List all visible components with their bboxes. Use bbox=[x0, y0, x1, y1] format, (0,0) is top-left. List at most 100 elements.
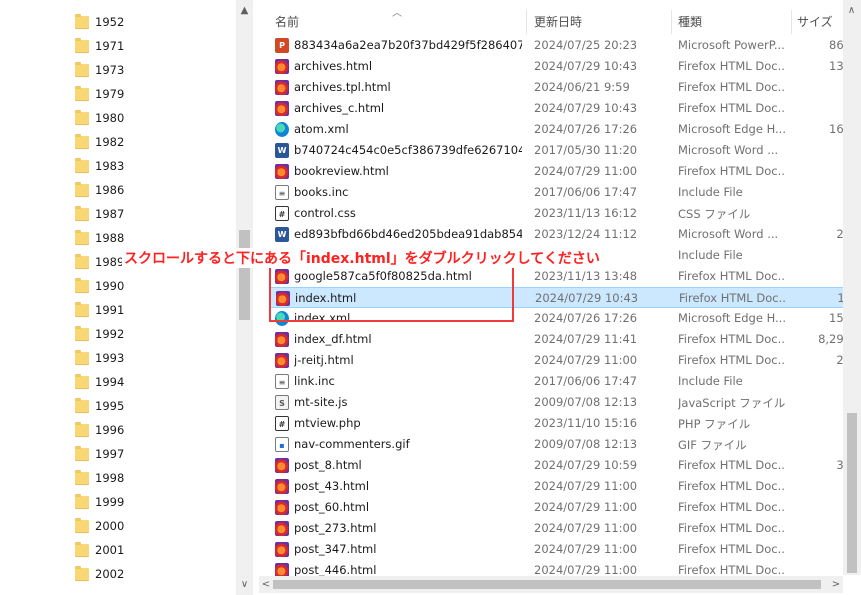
folder-icon bbox=[75, 13, 89, 29]
file-row[interactable]: P 883434a6a2ea7b20f37bd429f5f2864070e9...… bbox=[269, 35, 861, 56]
file-row[interactable]: post_60.html 2024/07/29 11:00 Firefox HTML… bbox=[269, 497, 861, 518]
tree-folder-item[interactable]: 1997 bbox=[0, 442, 236, 466]
file-row[interactable]: post_347.html 2024/07/29 11:00 Firefox HTM… bbox=[269, 539, 861, 560]
file-row[interactable]: archives_c.html 2024/07/29 10:43 Firefox H… bbox=[269, 98, 861, 119]
scroll-left-arrow-icon[interactable]: < bbox=[259, 576, 273, 593]
tree-folder-item[interactable]: 1990 bbox=[0, 274, 236, 298]
firefox-html-icon bbox=[275, 80, 289, 95]
column-header-date[interactable]: 更新日時 bbox=[534, 13, 582, 30]
scrollbar-thumb[interactable] bbox=[273, 580, 821, 589]
file-type: Microsoft Word ... bbox=[678, 227, 779, 241]
folder-label: 1994 bbox=[95, 375, 125, 389]
file-row[interactable]: post_273.html 2024/07/29 11:00 Firefox HTM… bbox=[269, 518, 861, 539]
file-type: Firefox HTML Doc... bbox=[678, 332, 786, 346]
file-row[interactable]: Smt-site.js 2009/07/08 12:13 JavaScript ファ… bbox=[269, 392, 861, 413]
folder-icon bbox=[75, 85, 89, 101]
folder-label: 2002 bbox=[95, 567, 125, 581]
file-list-vertical-scrollbar[interactable]: ∧ bbox=[843, 0, 861, 575]
file-row[interactable]: # mtview.php 2023/11/10 15:16 PHP ファイル bbox=[269, 413, 861, 434]
file-date: 2024/07/29 11:41 bbox=[534, 332, 638, 346]
tree-folder-item[interactable]: 1987 bbox=[0, 202, 236, 226]
file-type: Firefox HTML Doc... bbox=[678, 458, 786, 472]
tree-folder-item[interactable]: 1971 bbox=[0, 34, 236, 58]
tree-folder-item[interactable]: 1994 bbox=[0, 370, 236, 394]
folder-icon bbox=[75, 397, 89, 413]
file-date: 2024/07/29 11:00 bbox=[534, 500, 638, 514]
column-header-type[interactable]: 種類 bbox=[678, 13, 702, 30]
file-row[interactable]: bookreview.html 2024/07/29 11:00 Firefox H… bbox=[269, 161, 861, 182]
file-date: 2024/07/26 17:26 bbox=[534, 122, 638, 136]
folder-label: 1971 bbox=[95, 39, 125, 53]
file-type: Microsoft Word ... bbox=[678, 143, 779, 157]
tree-folder-item[interactable]: 1999 bbox=[0, 490, 236, 514]
scroll-right-arrow-icon[interactable]: > bbox=[829, 576, 843, 593]
tree-folder-item[interactable]: 1991 bbox=[0, 298, 236, 322]
column-header-size[interactable]: サイズ bbox=[797, 13, 833, 30]
folder-label: 2001 bbox=[95, 543, 125, 557]
file-row[interactable]: Wb740724c454c0e5cf386739dfe6267104bff3..… bbox=[269, 140, 861, 161]
file-row[interactable]: archives.html 2024/07/29 10:43 Firefox HTM… bbox=[269, 56, 861, 77]
file-row[interactable]: # control.css 2023/11/13 16:12 CSS ファイル bbox=[269, 203, 861, 224]
file-row[interactable]: archives.tpl.html 2024/06/21 9:59 Firefox … bbox=[269, 77, 861, 98]
folder-icon bbox=[75, 421, 89, 437]
file-row[interactable]: index_df.html 2024/07/29 11:41 Firefox HTM… bbox=[269, 329, 861, 350]
tree-folder-item[interactable]: 1973 bbox=[0, 58, 236, 82]
file-date: 2017/06/06 17:47 bbox=[534, 185, 638, 199]
tree-folder-item[interactable]: 1995 bbox=[0, 394, 236, 418]
column-divider[interactable] bbox=[526, 10, 527, 34]
firefox-html-icon bbox=[275, 353, 289, 368]
file-row[interactable]: ≡ books.inc 2017/06/06 17:47 Include File bbox=[269, 182, 861, 203]
file-row[interactable]: atom.xml 2024/07/26 17:26 Microsoft Edge H… bbox=[269, 119, 861, 140]
folder-icon bbox=[75, 541, 89, 557]
tree-folder-item[interactable]: 1983 bbox=[0, 154, 236, 178]
tree-folder-item[interactable]: 1986 bbox=[0, 178, 236, 202]
tree-folder-item[interactable]: 2000 bbox=[0, 514, 236, 538]
file-type: Firefox HTML Doc... bbox=[679, 291, 787, 305]
file-date: 2024/07/29 11:00 bbox=[534, 563, 638, 577]
file-type: Include File bbox=[678, 374, 743, 388]
scrollbar-thumb[interactable] bbox=[239, 230, 250, 320]
column-divider[interactable] bbox=[791, 10, 792, 34]
tree-folder-item[interactable]: 2002 bbox=[0, 562, 236, 586]
tree-folder-item[interactable]: 1952 bbox=[0, 10, 236, 34]
file-name: ed893bfbd66bd46ed205bdea91dab85402... bbox=[294, 227, 522, 241]
column-divider[interactable] bbox=[671, 10, 672, 34]
tree-folder-item[interactable]: 1979 bbox=[0, 82, 236, 106]
scroll-down-arrow-icon[interactable]: ∨ bbox=[236, 576, 253, 593]
tree-folder-item[interactable]: 2001 bbox=[0, 538, 236, 562]
tree-folder-item[interactable]: 1996 bbox=[0, 418, 236, 442]
file-row[interactable]: post_43.html 2024/07/29 11:00 Firefox HTML… bbox=[269, 476, 861, 497]
file-date: 2024/07/29 10:59 bbox=[534, 458, 638, 472]
scroll-up-arrow-icon[interactable]: ▲ bbox=[236, 2, 253, 19]
file-name: post_347.html bbox=[294, 542, 377, 556]
file-type: Firefox HTML Doc... bbox=[678, 479, 786, 493]
scrollbar-thumb[interactable] bbox=[847, 413, 857, 573]
tree-folder-item[interactable]: 1988 bbox=[0, 226, 236, 250]
file-row[interactable]: Wed893bfbd66bd46ed205bdea91dab85402... 20… bbox=[269, 224, 861, 245]
firefox-html-icon bbox=[275, 458, 289, 473]
folder-label: 1995 bbox=[95, 399, 125, 413]
file-date: 2024/07/29 10:43 bbox=[534, 101, 638, 115]
tree-vertical-scrollbar[interactable]: ▲ ∨ bbox=[236, 0, 253, 595]
file-row[interactable]: ≡ link.inc 2017/06/06 17:47 Include File bbox=[269, 371, 861, 392]
column-header: ︿ 名前 更新日時 種類 サイズ bbox=[259, 0, 861, 34]
file-row[interactable]: j-reitj.html 2024/07/29 11:00 Firefox HTML… bbox=[269, 350, 861, 371]
file-row[interactable]: post_8.html 2024/07/29 10:59 Firefox HTML … bbox=[269, 455, 861, 476]
folder-label: 1996 bbox=[95, 423, 125, 437]
javascript-icon: S bbox=[275, 395, 289, 410]
folder-label: 1979 bbox=[95, 87, 125, 101]
css-file-icon: # bbox=[275, 206, 289, 221]
tree-folder-item[interactable]: 1982 bbox=[0, 130, 236, 154]
tree-folder-item[interactable]: 1992 bbox=[0, 322, 236, 346]
tree-folder-item[interactable]: 1993 bbox=[0, 346, 236, 370]
column-header-name[interactable]: 名前 bbox=[275, 13, 299, 30]
tree-folder-item[interactable]: 1998 bbox=[0, 466, 236, 490]
file-row[interactable]: ▪ nav-commenters.gif 2009/07/08 12:13 GIF フ… bbox=[269, 434, 861, 455]
php-file-icon: # bbox=[275, 416, 289, 431]
file-type: JavaScript ファイル bbox=[678, 396, 786, 410]
scroll-up-arrow-icon[interactable]: ∧ bbox=[843, 2, 860, 19]
folder-label: 1973 bbox=[95, 63, 125, 77]
tree-folder-item[interactable]: 1980 bbox=[0, 106, 236, 130]
firefox-html-icon bbox=[275, 500, 289, 515]
horizontal-scrollbar[interactable]: < > bbox=[259, 576, 843, 593]
